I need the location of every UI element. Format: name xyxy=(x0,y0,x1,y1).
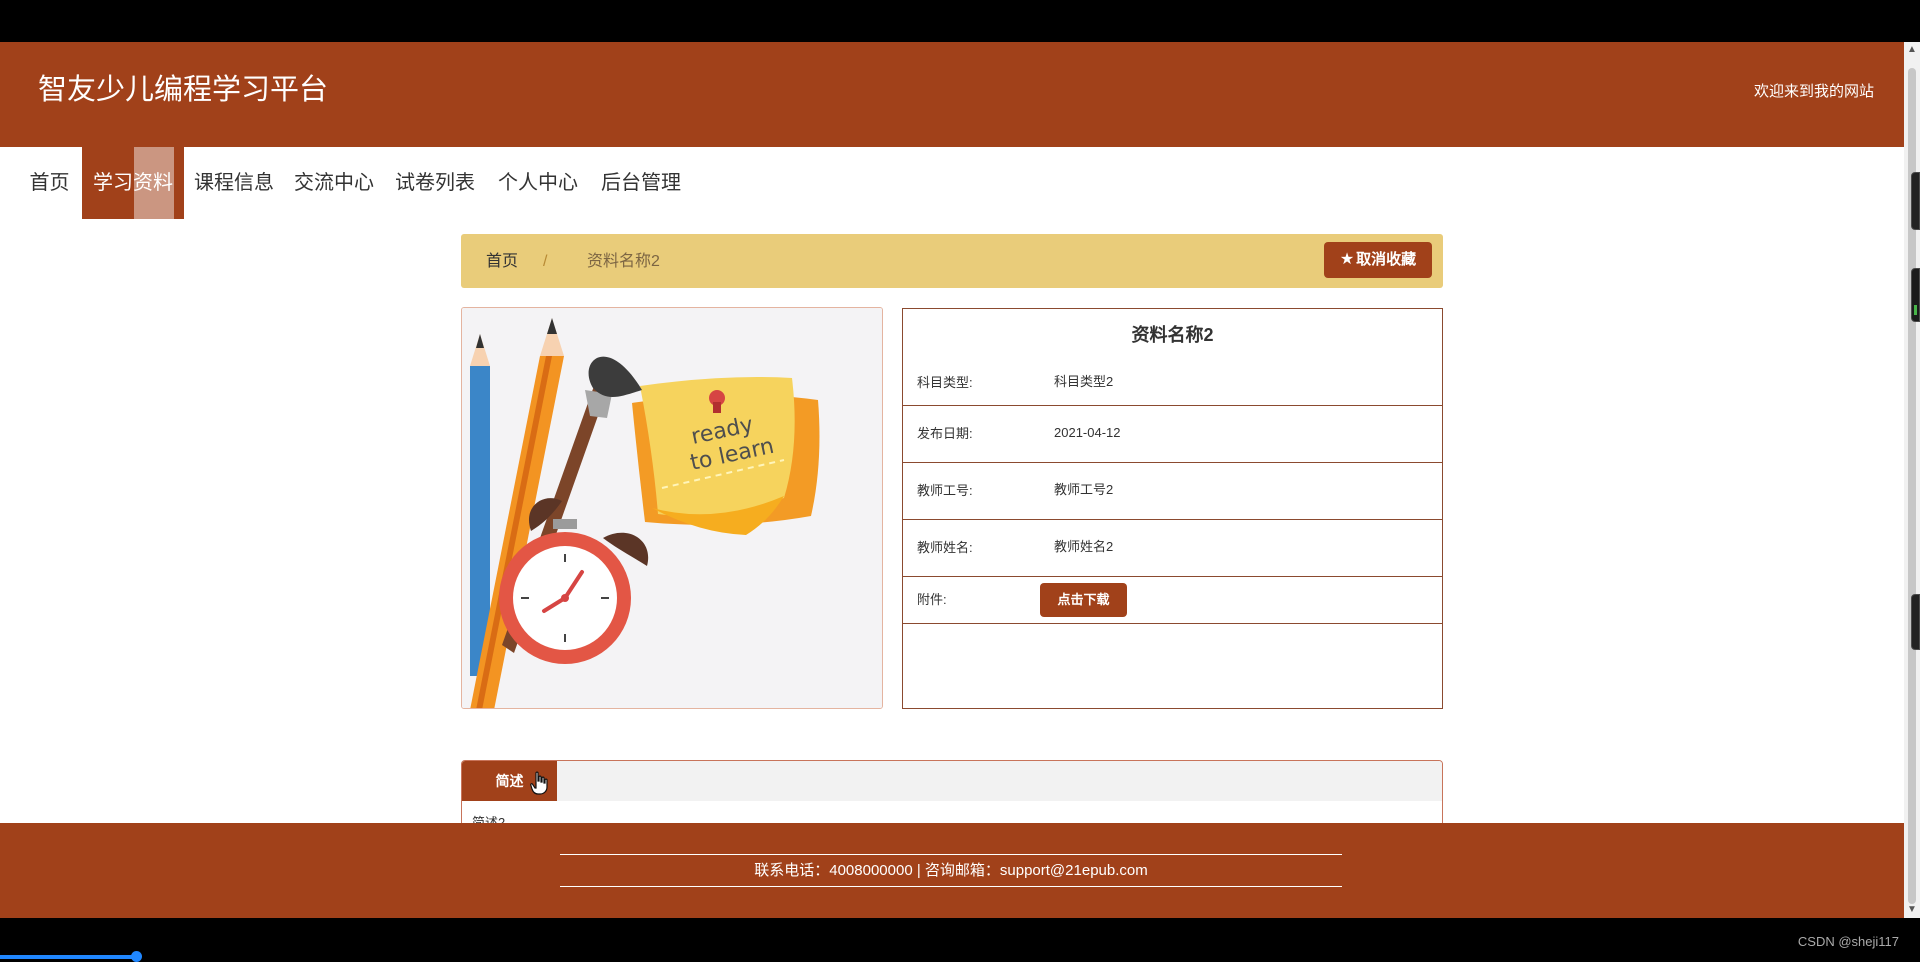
publish-date-label: 发布日期: xyxy=(917,426,973,441)
detail-row-teacher-name: 教师姓名: 教师姓名2 xyxy=(903,519,1442,576)
nav-item-exam-list[interactable]: 试卷列表 xyxy=(391,147,479,219)
material-cover-card: ready to learn xyxy=(461,307,883,709)
nav-item-admin[interactable]: 后台管理 xyxy=(597,147,685,219)
footer-bottom-divider xyxy=(560,886,1342,887)
video-top-black-bar xyxy=(0,0,1920,42)
site-title: 智友少儿编程学习平台 xyxy=(38,74,329,106)
red-pin-body xyxy=(713,402,721,413)
nav-item-learning-materials-label: 学习资料 xyxy=(93,172,173,194)
material-details-panel: 资料名称2 科目类型: 科目类型2 发布日期: 2021-04-12 教师工号:… xyxy=(902,308,1443,709)
teacher-name-value: 教师姓名2 xyxy=(1054,539,1114,554)
detail-row-teacher-id: 教师工号: 教师工号2 xyxy=(903,462,1442,519)
scroll-down-arrow-icon[interactable]: ▼ xyxy=(1904,902,1920,918)
video-bottom-black-bar: CSDN @sheji117 xyxy=(0,918,1920,962)
summary-tab-label: 简述 xyxy=(495,773,524,789)
ready-to-learn-cover-image: ready to learn xyxy=(462,308,882,708)
side-dock-marker xyxy=(1911,172,1920,230)
site-footer: 联系电话：4008000000 | 咨询邮箱：support@21epub.co… xyxy=(0,823,1904,918)
detail-row-subject-type: 科目类型: 科目类型2 xyxy=(903,360,1442,405)
footer-contact-info: 联系电话：4008000000 | 咨询邮箱：support@21epub.co… xyxy=(754,862,1148,879)
watermark-text: CSDN @sheji117 xyxy=(1797,934,1899,949)
breadcrumb: 首页 / 资料名称2 ★ 取消收藏 xyxy=(461,234,1443,288)
side-dock-green-indicator xyxy=(1914,305,1917,315)
subject-type-label: 科目类型: xyxy=(917,375,973,390)
video-progress-handle[interactable] xyxy=(131,951,142,962)
video-progress-bar[interactable] xyxy=(0,955,140,959)
details-empty-row xyxy=(903,623,1442,708)
breadcrumb-separator: / xyxy=(543,253,548,270)
footer-top-divider xyxy=(560,854,1342,855)
nav-item-personal-center[interactable]: 个人中心 xyxy=(494,147,582,219)
teacher-name-label: 教师姓名: xyxy=(917,540,973,555)
teacher-id-label: 教师工号: xyxy=(917,483,973,498)
alarm-clock-top-bar xyxy=(553,519,577,529)
nav-item-course-info[interactable]: 课程信息 xyxy=(190,147,278,219)
hand-cursor-icon xyxy=(530,771,548,795)
breadcrumb-current-material: 资料名称2 xyxy=(587,253,660,270)
learning-material-detail-page: 智友少儿编程学习平台 欢迎来到我的网站 首页 学习资料 课程信息 交流中心 试卷… xyxy=(0,42,1904,918)
summary-tab-bar: 简述 xyxy=(462,761,1442,801)
site-header: 智友少儿编程学习平台 欢迎来到我的网站 xyxy=(0,42,1904,147)
scroll-up-arrow-icon[interactable]: ▲ xyxy=(1904,42,1920,58)
nav-item-home[interactable]: 首页 xyxy=(19,147,80,219)
nav-item-learning-materials[interactable]: 学习资料 xyxy=(82,147,184,219)
side-dock-marker-active xyxy=(1911,268,1920,322)
breadcrumb-home-link[interactable]: 首页 xyxy=(486,252,518,272)
detail-row-publish-date: 发布日期: 2021-04-12 xyxy=(903,405,1442,462)
main-navigation: 首页 学习资料 课程信息 交流中心 试卷列表 个人中心 后台管理 xyxy=(0,147,1904,219)
nav-item-community-center[interactable]: 交流中心 xyxy=(290,147,378,219)
material-title: 资料名称2 xyxy=(1131,325,1214,345)
star-icon: ★ xyxy=(1339,251,1355,268)
hand-cursor-shape xyxy=(530,771,548,795)
subject-type-value: 科目类型2 xyxy=(1054,374,1114,389)
welcome-text: 欢迎来到我的网站 xyxy=(1753,83,1874,100)
side-dock-marker xyxy=(1911,594,1920,650)
download-attachment-button[interactable]: 点击下载 xyxy=(1040,583,1127,617)
cancel-favorite-label: 取消收藏 xyxy=(1356,251,1417,268)
summary-tab[interactable]: 简述 xyxy=(462,761,557,801)
cancel-favorite-button[interactable]: ★ 取消收藏 xyxy=(1324,242,1432,278)
detail-row-attachment: 附件: 点击下载 xyxy=(903,576,1442,623)
attachment-label: 附件: xyxy=(917,592,947,607)
publish-date-value: 2021-04-12 xyxy=(1054,425,1121,440)
teacher-id-value: 教师工号2 xyxy=(1054,482,1114,497)
